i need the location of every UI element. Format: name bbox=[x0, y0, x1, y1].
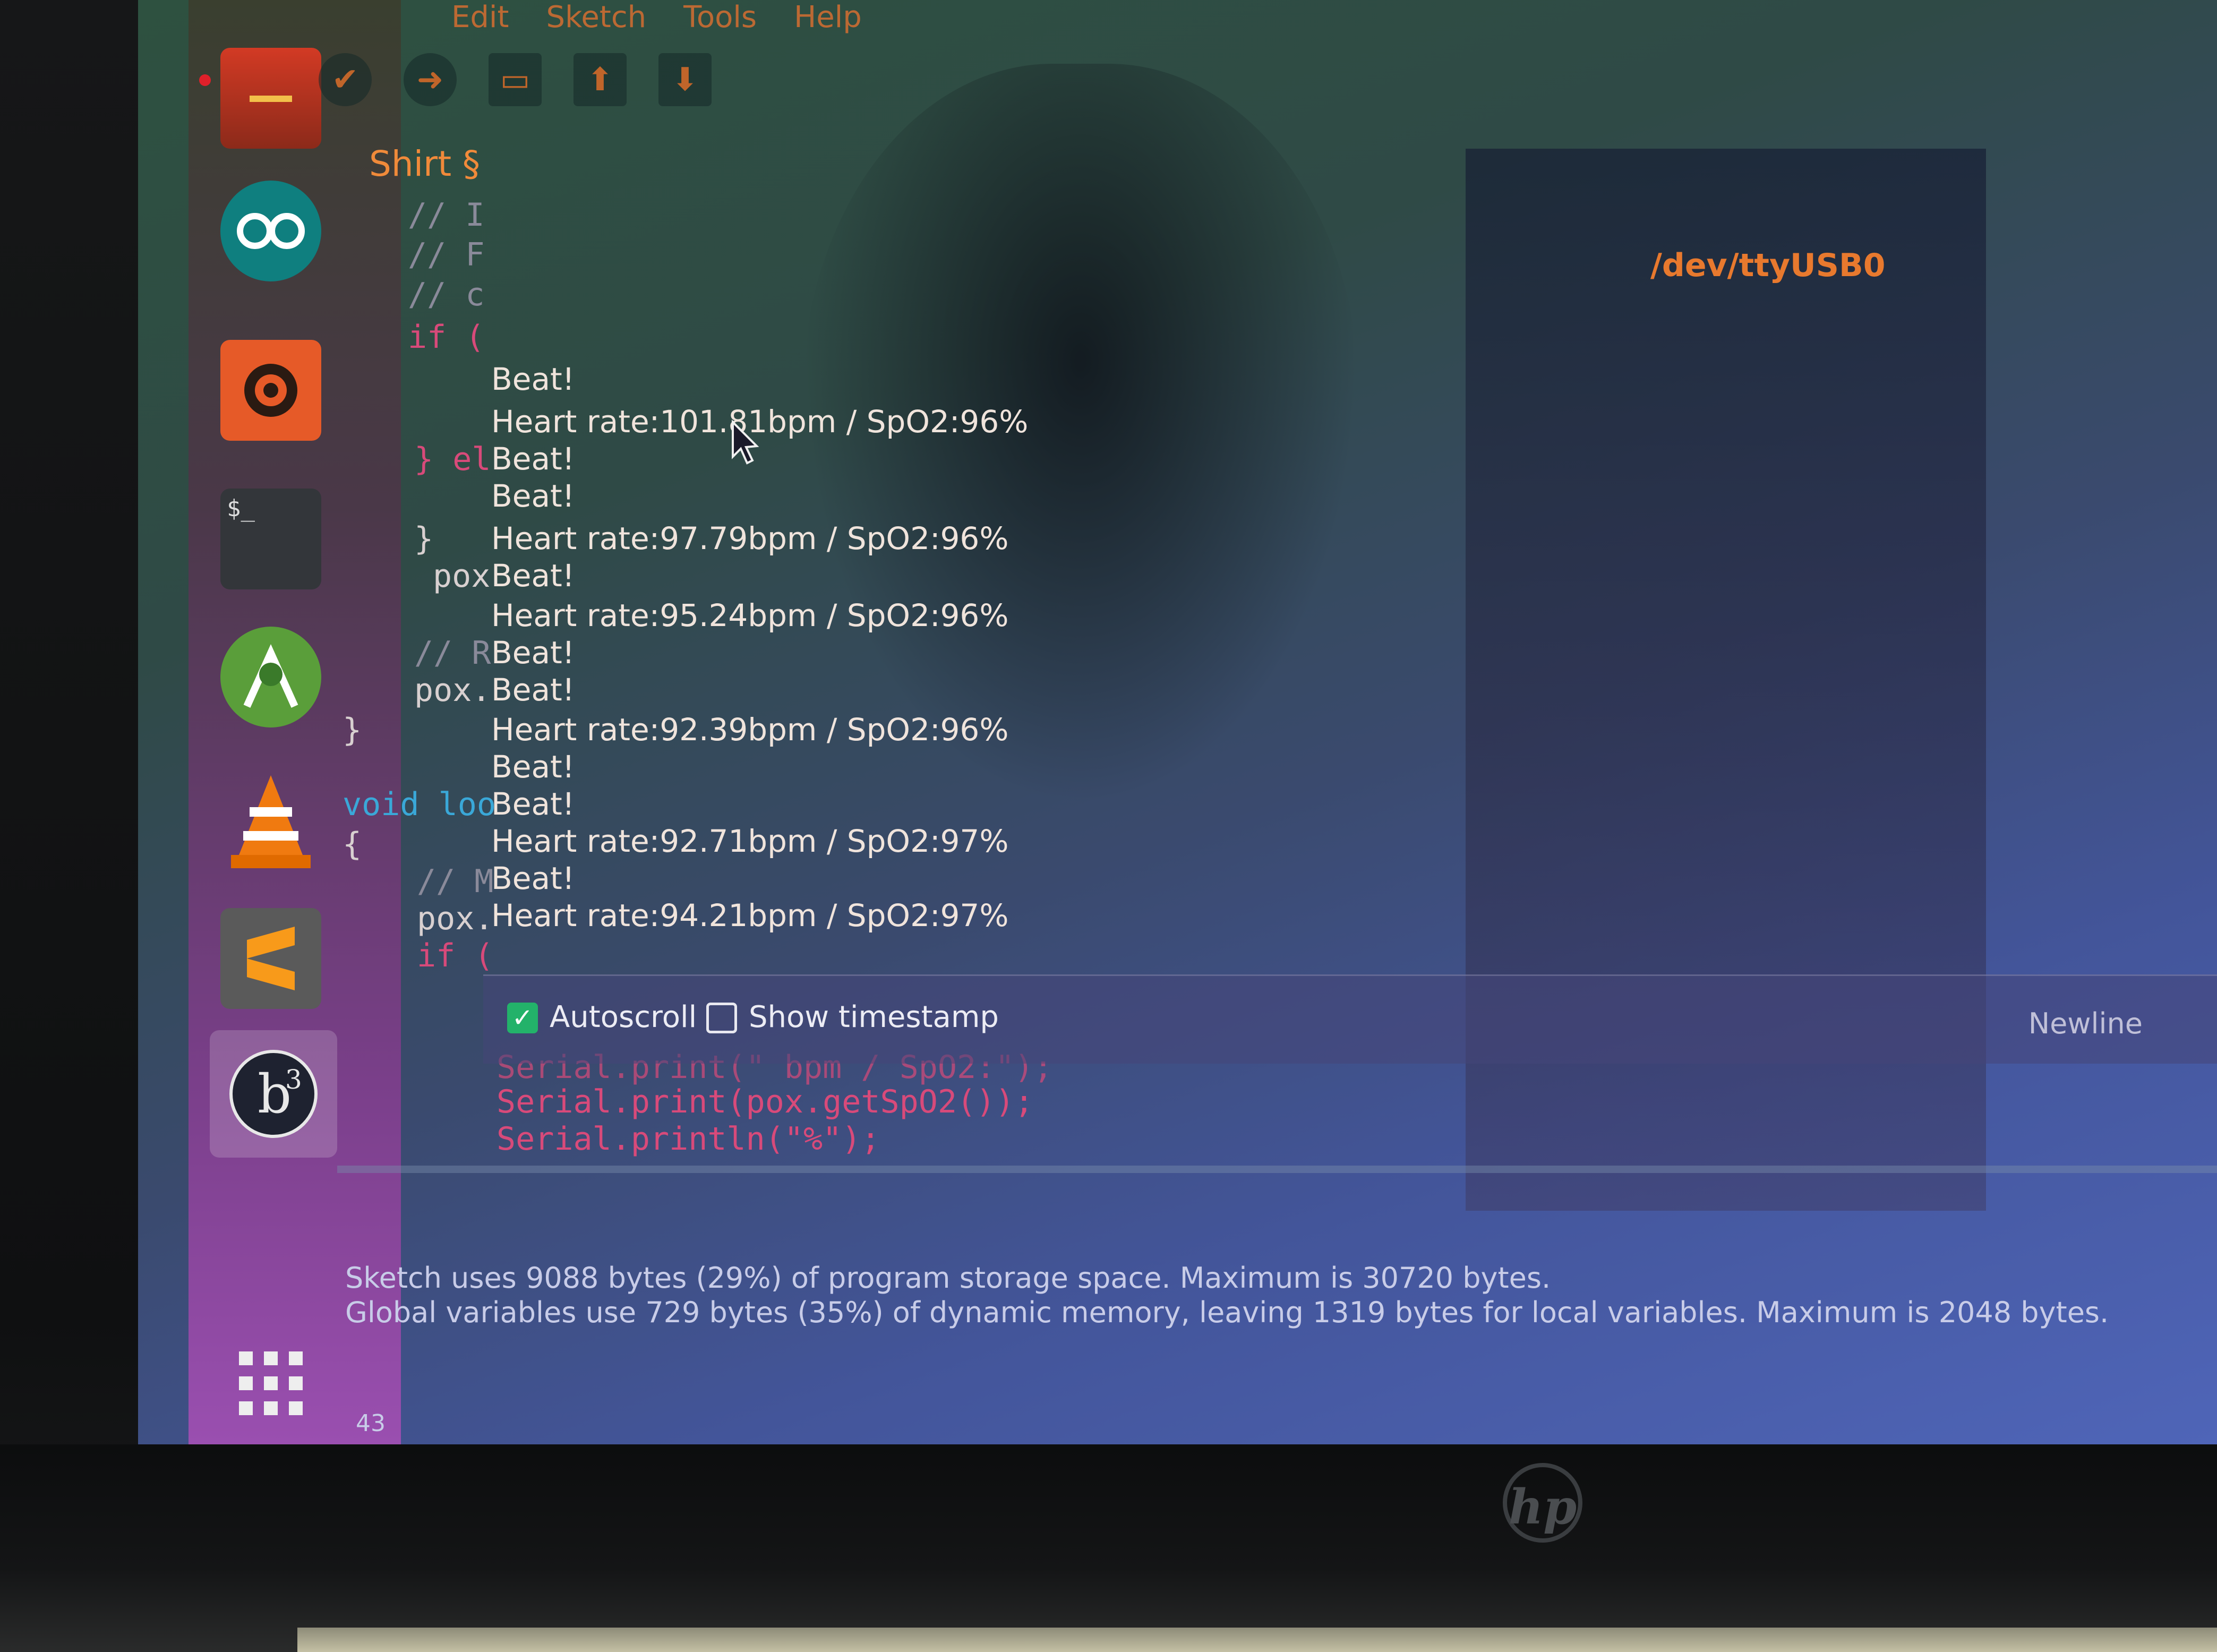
serial-output-line: Beat! bbox=[491, 361, 575, 397]
console-message: Sketch uses 9088 bytes (29%) of program … bbox=[345, 1261, 1551, 1295]
code-line: // M bbox=[417, 863, 494, 900]
verify-button[interactable]: ✔ bbox=[319, 53, 372, 106]
new-button[interactable]: ▭ bbox=[489, 53, 542, 106]
files-icon[interactable] bbox=[220, 48, 321, 149]
file-icon: ▭ bbox=[500, 61, 530, 98]
serial-output-line: Beat! bbox=[491, 749, 575, 785]
open-button[interactable]: ⬆ bbox=[573, 53, 627, 106]
menu-sketch[interactable]: Sketch bbox=[546, 0, 646, 35]
b3-app-icon[interactable]: b3 bbox=[210, 1030, 337, 1158]
serial-output-line: Beat! bbox=[491, 786, 575, 822]
code-line: Serial.println("%"); bbox=[497, 1120, 880, 1158]
running-indicator bbox=[199, 74, 211, 86]
serial-output-line: Heart rate:94.21bpm / SpO2:97% bbox=[491, 897, 1009, 934]
autoscroll-checkbox[interactable]: ✓ bbox=[507, 1003, 538, 1033]
serial-port-title: /dev/ttyUSB0 bbox=[1650, 247, 1886, 284]
code-line: if ( bbox=[408, 319, 485, 356]
status-line-number: 43 bbox=[356, 1410, 386, 1437]
code-line: pox bbox=[433, 558, 491, 595]
launcher-dock: $_ b3 bbox=[189, 0, 401, 1444]
menu-bar: Edit Sketch Tools Help bbox=[451, 0, 862, 35]
arrow-down-icon: ⬇ bbox=[671, 61, 699, 98]
menu-help[interactable]: Help bbox=[794, 0, 862, 35]
serial-options-bar: ✓ Autoscroll Show timestamp Newline bbox=[483, 974, 2217, 1064]
serial-output-line: Beat! bbox=[491, 478, 575, 514]
serial-output-line: Beat! bbox=[491, 672, 575, 708]
code-line: void loo bbox=[343, 786, 496, 823]
toolbar: ✔ ➜ ▭ ⬆ ⬇ bbox=[319, 53, 712, 106]
code-line: } bbox=[414, 520, 434, 558]
code-line: Serial.print(pox.getSpO2()); bbox=[497, 1083, 1034, 1120]
check-icon: ✓ bbox=[511, 1003, 534, 1033]
mouse-cursor-icon bbox=[732, 420, 759, 465]
speaker-icon[interactable] bbox=[220, 340, 321, 441]
svg-text:3: 3 bbox=[285, 1064, 302, 1095]
serial-output-line: Heart rate:92.71bpm / SpO2:97% bbox=[491, 823, 1009, 859]
sublime-text-icon[interactable] bbox=[220, 908, 321, 1009]
arrow-up-icon: ⬆ bbox=[586, 61, 614, 98]
laptop-bottom-bezel bbox=[0, 1444, 2217, 1652]
console-divider[interactable] bbox=[337, 1166, 2217, 1173]
menu-tools[interactable]: Tools bbox=[683, 0, 757, 35]
code-line: // I bbox=[408, 196, 485, 234]
code-line: // c bbox=[408, 276, 485, 313]
arrow-right-icon: ➜ bbox=[416, 61, 444, 98]
save-button[interactable]: ⬇ bbox=[658, 53, 712, 106]
code-line: if ( bbox=[417, 937, 494, 974]
serial-output-line: Beat! bbox=[491, 635, 575, 671]
serial-output-line: Beat! bbox=[491, 860, 575, 896]
arduino-icon[interactable] bbox=[220, 181, 321, 281]
android-studio-icon[interactable] bbox=[220, 627, 321, 727]
serial-output-line: Heart rate:92.39bpm / SpO2:96% bbox=[491, 712, 1009, 748]
menu-edit[interactable]: Edit bbox=[451, 0, 509, 35]
upload-button[interactable]: ➜ bbox=[404, 53, 457, 106]
screen: $_ b3 Edit Sketch Tools Help ✔ ➜ ▭ ⬆ ⬇ S… bbox=[138, 0, 2217, 1444]
console-message: Global variables use 729 bytes (35%) of … bbox=[345, 1296, 2109, 1329]
serial-output-line: Beat! bbox=[491, 441, 575, 477]
terminal-glyph: $_ bbox=[227, 495, 255, 522]
hp-logo: hp bbox=[1503, 1463, 1582, 1543]
serial-output-line: Beat! bbox=[491, 558, 575, 594]
show-timestamp-label: Show timestamp bbox=[749, 1000, 999, 1034]
show-timestamp-checkbox[interactable] bbox=[706, 1003, 737, 1033]
serial-output-line: Heart rate:97.79bpm / SpO2:96% bbox=[491, 520, 1009, 557]
code-line: { bbox=[343, 826, 362, 863]
code-line: } bbox=[343, 712, 362, 749]
autoscroll-label: Autoscroll bbox=[550, 1000, 697, 1034]
code-line: } el bbox=[414, 441, 491, 478]
code-line: // R bbox=[414, 635, 491, 672]
terminal-icon[interactable]: $_ bbox=[220, 489, 321, 589]
app-grid-icon[interactable] bbox=[220, 1333, 321, 1434]
line-ending-select[interactable]: Newline bbox=[2028, 1007, 2143, 1040]
code-line: pox. bbox=[414, 672, 491, 709]
check-icon: ✔ bbox=[331, 61, 359, 98]
serial-output-line: Heart rate:95.24bpm / SpO2:96% bbox=[491, 597, 1009, 634]
code-line: // F bbox=[408, 236, 485, 273]
code-line: pox. bbox=[417, 900, 494, 937]
vlc-icon[interactable] bbox=[220, 770, 321, 871]
laptop-base-edge bbox=[297, 1628, 2217, 1652]
sketch-tab[interactable]: Shirt § bbox=[369, 143, 480, 184]
